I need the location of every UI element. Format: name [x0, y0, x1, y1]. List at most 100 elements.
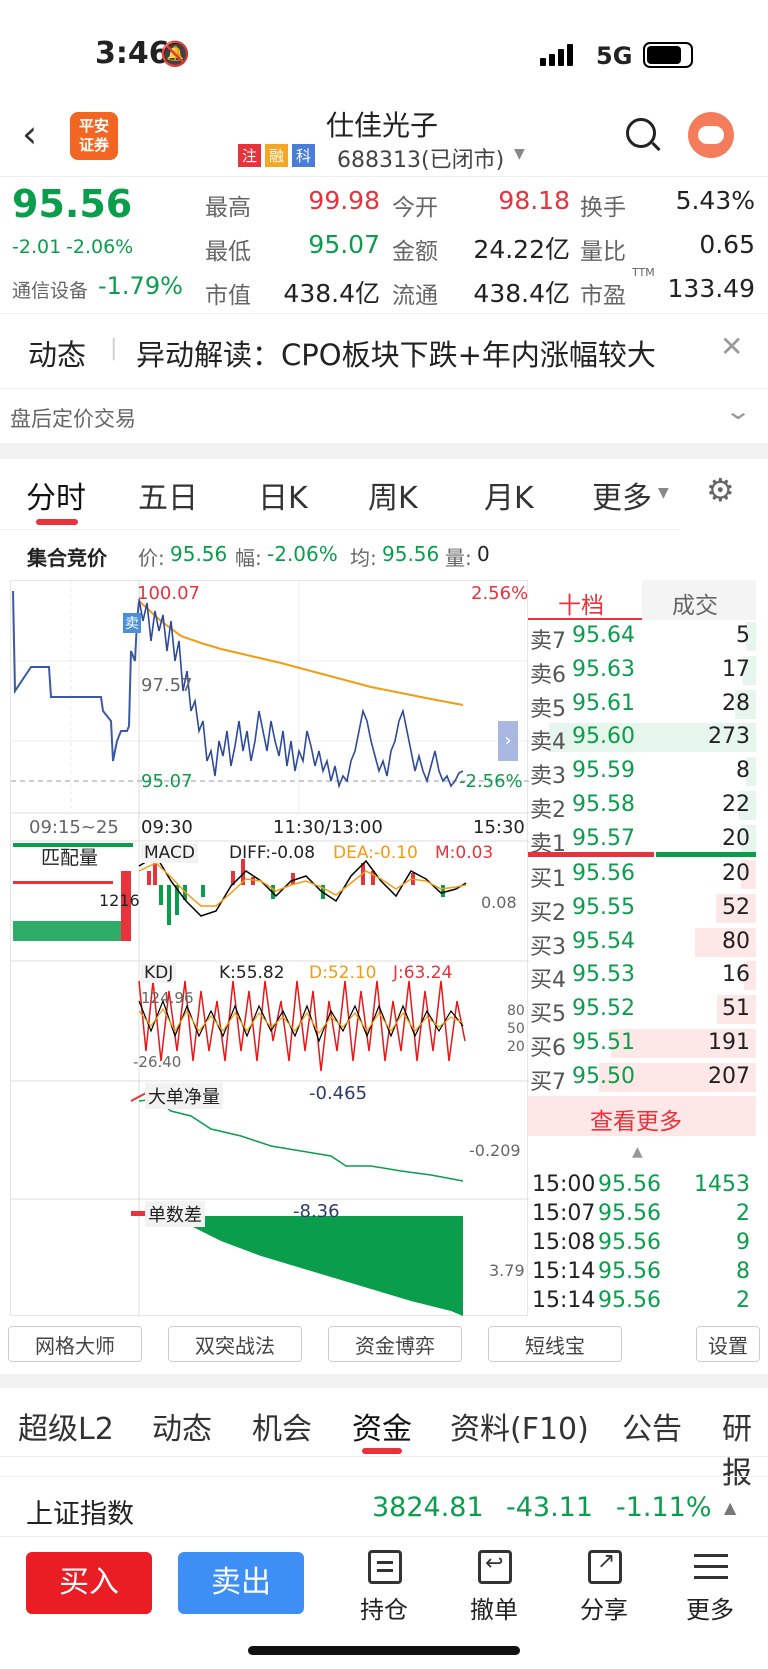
ask-row[interactable]: 卖2 95.58 22: [528, 789, 756, 823]
bid-row[interactable]: 买5 95.52 51: [528, 993, 756, 1027]
view-more-button[interactable]: 查看更多: [528, 1096, 756, 1136]
tool-grid-master[interactable]: 网格大师: [8, 1326, 142, 1362]
sector-change: -1.79%: [98, 272, 183, 300]
bid-qty: 51: [722, 996, 750, 1022]
after-hours-row[interactable]: 盘后定价交易 ⌄: [0, 389, 768, 443]
intraday-chart[interactable]: 100.07 2.56% 97.57 95.07 -2.56% 卖 › 09:1…: [10, 580, 529, 1317]
tab-weekly-k[interactable]: 周K: [368, 473, 418, 517]
chevron-down-icon[interactable]: ▼: [514, 146, 525, 162]
kdj-level-50: 50: [507, 1021, 525, 1037]
bid-row[interactable]: 买6 95.51 191: [528, 1027, 756, 1061]
bid-qty: 191: [708, 1030, 750, 1055]
back-icon[interactable]: ‹: [22, 112, 37, 156]
bid-row[interactable]: 买4 95.53 16: [528, 959, 756, 993]
chevron-down-icon: ▼: [658, 485, 669, 501]
kdj-d: D:52.10: [309, 963, 377, 983]
chevron-right-icon[interactable]: ›: [498, 721, 518, 761]
bid-price: 95.51: [572, 1030, 635, 1055]
kdj-k: K:55.82: [219, 963, 285, 983]
tab-monthly-k[interactable]: 月K: [484, 473, 534, 517]
last-price: 95.56: [12, 182, 133, 226]
tab-ten-levels[interactable]: 十档: [528, 580, 642, 620]
kdj-level-80: 80: [507, 1003, 525, 1019]
amount-value: 24.22亿: [473, 235, 570, 264]
divider: [0, 1476, 768, 1477]
chevron-down-icon[interactable]: ⌄: [724, 397, 752, 425]
news-bar[interactable]: 动态 | 异动解读：CPO板块下跌+年内涨幅较大 ✕: [0, 314, 768, 388]
ask-row[interactable]: 卖1 95.57 20: [528, 823, 756, 857]
more-button[interactable]: 更多: [676, 1546, 746, 1626]
kdj-selector[interactable]: KDJ: [141, 963, 177, 983]
ask-price: 95.59: [572, 758, 635, 784]
tab-intraday[interactable]: 分时: [26, 473, 86, 517]
ask-row[interactable]: 卖4 95.60 273: [528, 721, 756, 755]
sector-name[interactable]: 通信设备: [12, 276, 88, 303]
network-label: 5G: [596, 42, 633, 70]
ask-row[interactable]: 卖7 95.64 5: [528, 620, 756, 654]
active-tab-indicator: [36, 519, 78, 525]
bid-row[interactable]: 买2 95.55 52: [528, 892, 756, 926]
tool-double-break[interactable]: 双突战法: [168, 1326, 302, 1362]
news-text[interactable]: 异动解读：CPO板块下跌+年内涨幅较大: [136, 332, 656, 374]
index-change-pct: -1.11%: [616, 1492, 712, 1523]
trade-volume: 2: [736, 1288, 750, 1313]
high-value: 99.98: [308, 186, 380, 215]
macd-selector[interactable]: MACD: [141, 843, 198, 863]
tab-research[interactable]: 研报: [722, 1404, 768, 1492]
bid-qty: 80: [722, 928, 750, 954]
cancel-order-button[interactable]: ↩ 撤单: [460, 1546, 530, 1626]
holdings-button[interactable]: 持仓: [350, 1546, 420, 1626]
tool-label: 网格大师: [35, 1333, 115, 1358]
view-more-label: 查看更多: [590, 1109, 682, 1135]
auction-price-line: [12, 590, 140, 762]
trade-row: 15:14 95.56 2: [528, 1288, 756, 1317]
chevron-up-icon[interactable]: ▲: [724, 1498, 736, 1517]
high-label: 最高: [205, 195, 251, 221]
avatar[interactable]: [688, 112, 734, 158]
bid-row[interactable]: 买7 95.50 207: [528, 1061, 756, 1095]
tab-profile-f10[interactable]: 资料(F10): [450, 1404, 589, 1448]
count-diff-selector[interactable]: 单数差: [145, 1201, 205, 1227]
tab-ten-levels-label: 十档: [558, 593, 604, 619]
search-icon[interactable]: [626, 118, 661, 152]
bid-row[interactable]: 买1 95.56 20: [528, 858, 756, 892]
gear-icon[interactable]: ⚙: [706, 471, 735, 509]
ask-row[interactable]: 卖3 95.59 8: [528, 755, 756, 789]
tab-super-l2[interactable]: 超级L2: [18, 1404, 114, 1448]
ask-row[interactable]: 卖5 95.61 28: [528, 688, 756, 722]
match-volume-label: 匹配量: [41, 847, 99, 869]
tab-trades[interactable]: 成交: [642, 580, 756, 620]
chevron-up-icon[interactable]: ▲: [632, 1144, 643, 1160]
ask-label: 卖5: [530, 696, 566, 722]
macd-m: M:0.03: [435, 843, 494, 863]
close-icon[interactable]: ✕: [720, 330, 743, 363]
bid-label: 买7: [530, 1069, 566, 1095]
badge-ke: 科: [292, 144, 316, 167]
tool-fund-game[interactable]: 资金博弈: [328, 1326, 462, 1362]
tool-settings[interactable]: 设置: [696, 1326, 760, 1362]
tab-funds[interactable]: 资金: [352, 1404, 412, 1448]
bid-price: 95.52: [572, 996, 635, 1022]
ask-row[interactable]: 卖6 95.63 17: [528, 654, 756, 688]
tab-opportunity[interactable]: 机会: [252, 1404, 312, 1448]
index-name: 上证指数: [26, 1499, 134, 1530]
tool-short-term[interactable]: 短线宝: [488, 1326, 622, 1362]
tab-announcements[interactable]: 公告: [622, 1404, 682, 1448]
bid-row[interactable]: 买3 95.54 80: [528, 926, 756, 960]
bid-price: 95.54: [572, 928, 635, 954]
after-hours-label: 盘后定价交易: [10, 407, 136, 431]
share-button[interactable]: ↗ 分享: [570, 1546, 640, 1626]
big-order-selector[interactable]: 大单净量: [145, 1083, 223, 1109]
sell-button[interactable]: 卖出: [178, 1552, 304, 1614]
kdj-level-20: 20: [507, 1039, 525, 1055]
ask-label: 卖2: [530, 798, 566, 823]
index-ticker[interactable]: 上证指数 3824.81 -43.11 -1.11% ▲: [0, 1484, 768, 1536]
buy-button[interactable]: 买入: [26, 1552, 152, 1614]
divider: [0, 176, 768, 177]
tab-more[interactable]: 更多: [592, 473, 652, 517]
tab-daily-k[interactable]: 日K: [258, 473, 308, 517]
price-change-pct: -2.06%: [66, 236, 134, 258]
ask-price: 95.58: [572, 792, 635, 817]
tab-five-day[interactable]: 五日: [138, 473, 198, 517]
tab-dynamics[interactable]: 动态: [152, 1404, 212, 1448]
